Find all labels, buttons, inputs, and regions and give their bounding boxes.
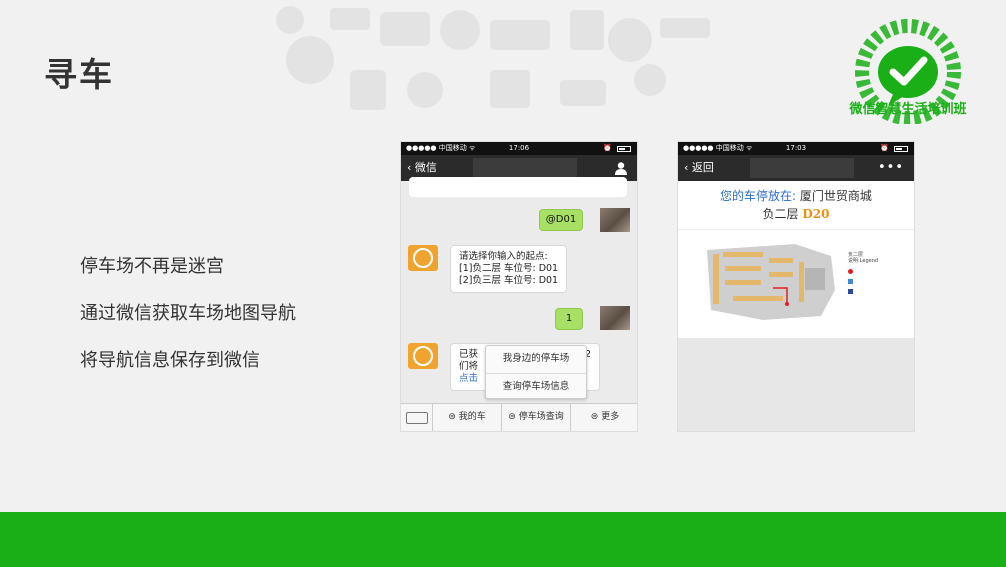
keyboard-icon	[406, 412, 428, 424]
reply-line: [2]负三层 车位号: D01	[459, 275, 559, 286]
tab-label: 更多	[601, 412, 620, 422]
bullet-item: 停车场不再是迷宫	[80, 256, 224, 277]
bot-avatar	[408, 343, 438, 369]
tab-label: 我的车	[458, 412, 486, 422]
masked-title	[473, 158, 577, 178]
nav-bar: ‹ 返回 •••	[678, 155, 914, 181]
legend-item	[848, 269, 898, 274]
partial-message-bubble	[409, 177, 627, 197]
popup-item-parking-info[interactable]: 查询停车场信息	[486, 373, 586, 400]
parking-floor: 负二层	[762, 207, 799, 221]
bottom-tab-bar: ⊜ 我的车 ⊜ 停车场查询 ⊜ 更多	[401, 403, 637, 431]
popup-item-nearby-parking[interactable]: 我身边的停车场	[486, 346, 586, 373]
legend-subtitle: 说明:Legend	[848, 258, 879, 264]
battery-icon	[617, 146, 631, 152]
legend-item	[848, 279, 898, 284]
user-avatar	[600, 208, 630, 232]
bullet-list: 停车场不再是迷宫 通过微信获取车场地图导航 将导航信息保存到微信	[80, 254, 296, 395]
status-bar: ●●●●● 中国移动 ᯤ 17:03 ⏰	[678, 142, 914, 155]
back-button[interactable]: ‹ 返回	[684, 155, 714, 181]
status-time: 17:06	[508, 144, 530, 152]
more-menu-button[interactable]: •••	[878, 155, 904, 181]
status-time: 17:03	[785, 144, 807, 152]
alarm-icon: ⏰	[603, 144, 612, 152]
back-label: 返回	[691, 161, 714, 174]
parking-location: 厦门世贸商城	[799, 189, 872, 203]
bot-avatar	[408, 245, 438, 271]
page-title: 寻车	[44, 55, 114, 94]
slide: 寻车 微信智慧生活培训班 停车场不再是迷宫 通过微信获取车场地图导航 将导航信息…	[0, 0, 1006, 567]
reply-line: [1]负二层 车位号: D01	[459, 263, 559, 274]
tab-my-car[interactable]: ⊜ 我的车	[433, 404, 502, 431]
tab-parking-query[interactable]: ⊜ 停车场查询	[502, 404, 571, 431]
floor-plan-map	[707, 244, 835, 320]
tab-popup-menu: 我身边的停车场 查询停车场信息	[485, 345, 587, 399]
sent-message-bubble: 1	[555, 308, 583, 330]
tab-label: 停车场查询	[518, 412, 564, 422]
chat-area: @D01 请选择你输入的起点: [1]负二层 车位号: D01 [2]负三层 车…	[401, 177, 637, 405]
parking-floor-line: 负二层 D20	[678, 205, 914, 222]
keyboard-toggle[interactable]	[401, 404, 433, 431]
background-icons-pattern	[276, 6, 710, 110]
reply-line: 请选择你输入的起点:	[459, 251, 548, 262]
parking-info: 您的车停放在: 厦门世贸商城 负二层 D20	[678, 181, 914, 229]
alarm-icon: ⏰	[880, 144, 889, 152]
status-bar: ●●●●● 中国移动 ᯤ 17:06 ⏰	[401, 142, 637, 155]
logo-text: 微信智慧生活培训班	[849, 102, 967, 117]
parking-map[interactable]: 负二层 说明:Legend	[678, 229, 914, 338]
tab-more[interactable]: ⊜ 更多	[571, 404, 637, 431]
parking-spot: D20	[802, 207, 830, 221]
map-legend: 负二层 说明:Legend	[848, 252, 898, 294]
reply-message-bubble: 请选择你输入的起点: [1]负二层 车位号: D01 [2]负三层 车位号: D…	[450, 245, 568, 293]
bullet-item: 将导航信息保存到微信	[80, 350, 260, 371]
person-icon[interactable]	[614, 161, 628, 175]
footer-green-bar	[0, 512, 1006, 567]
phone-screenshot-chat: ●●●●● 中国移动 ᯤ 17:06 ⏰ ‹ 微信 @D01 请选择你输入的起点…	[400, 141, 638, 432]
legend-item	[848, 289, 898, 294]
phone-screenshot-map: ●●●●● 中国移动 ᯤ 17:03 ⏰ ‹ 返回 ••• 您的车停放在: 厦门…	[677, 141, 915, 432]
masked-title	[750, 158, 854, 178]
battery-icon	[894, 146, 908, 152]
bullet-item: 通过微信获取车场地图导航	[80, 303, 296, 324]
user-avatar	[600, 306, 630, 330]
back-label: 微信	[414, 161, 437, 174]
parking-label: 您的车停放在:	[720, 189, 797, 203]
parking-location-line: 您的车停放在: 厦门世贸商城	[678, 187, 914, 204]
sent-message-bubble: @D01	[539, 209, 583, 231]
